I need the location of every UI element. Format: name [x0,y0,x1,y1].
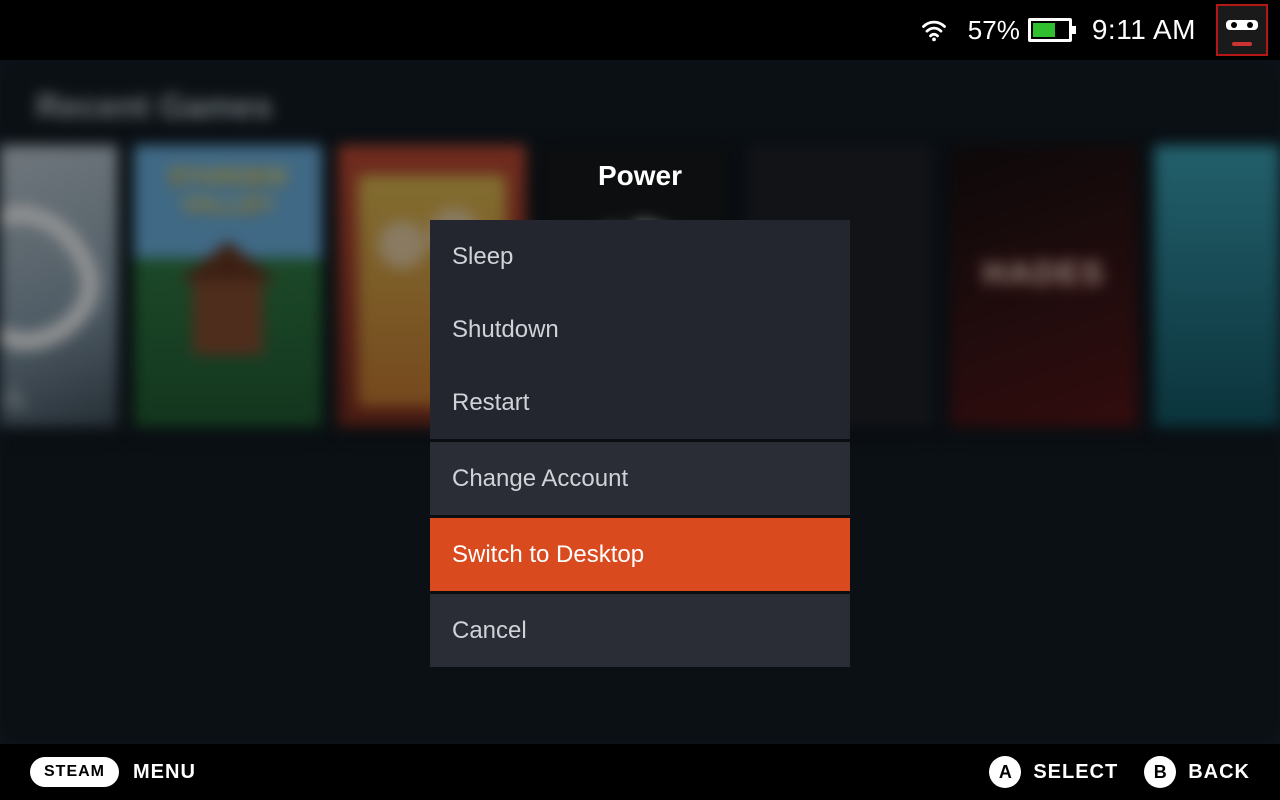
power-option-switch-to-desktop[interactable]: Switch to Desktop [430,518,850,591]
status-bar: 57% 9:11 AM [0,0,1280,60]
steam-pill: STEAM [30,757,119,787]
power-option-restart[interactable]: Restart [430,366,850,439]
power-option-cancel[interactable]: Cancel [430,594,850,667]
clock: 9:11 AM [1092,14,1196,46]
steam-menu-button[interactable]: STEAM MENU [30,757,196,787]
wifi-icon [920,16,948,44]
b-button-icon: B [1144,756,1176,788]
hint-back: B BACK [1144,756,1250,788]
menu-label: MENU [133,761,196,784]
hint-back-label: BACK [1188,761,1250,784]
power-option-sleep[interactable]: Sleep [430,220,850,293]
button-hints: A SELECT B BACK [989,756,1250,788]
hint-select-label: SELECT [1033,761,1118,784]
power-option-change-account[interactable]: Change Account [430,442,850,515]
power-menu: Power Sleep Shutdown Restart Change Acco… [430,160,850,667]
avatar[interactable] [1216,4,1268,56]
battery-indicator: 57% [968,15,1072,46]
battery-percent: 57% [968,15,1020,46]
a-button-icon: A [989,756,1021,788]
hint-select: A SELECT [989,756,1118,788]
bottom-bar: STEAM MENU A SELECT B BACK [0,744,1280,800]
power-menu-group-2: Change Account Switch to Desktop Cancel [430,442,850,667]
battery-icon [1028,18,1072,42]
power-menu-group-1: Sleep Shutdown Restart [430,220,850,439]
power-menu-title: Power [430,160,850,192]
power-option-shutdown[interactable]: Shutdown [430,293,850,366]
